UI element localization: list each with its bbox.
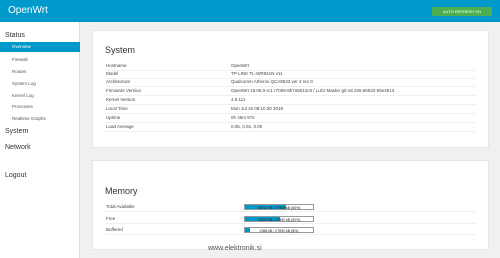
sidebar-item-system[interactable]: System: [5, 128, 28, 135]
info-value: Mon Jul 16 08:10:30 2018: [231, 106, 284, 111]
info-value: 0.05, 0.02, 0.00: [231, 124, 263, 129]
info-key: Hostname: [106, 63, 127, 68]
info-key: Local Time: [106, 106, 128, 111]
sidebar-item-routes[interactable]: Routes: [12, 69, 26, 74]
memory-key: Buffered: [106, 227, 123, 232]
memory-row: Free 14524 kB / 27892 kB (52%): [106, 216, 476, 224]
info-key: Architecture: [106, 79, 131, 84]
info-value: TP-LINK TL-WR841N v11: [231, 71, 283, 76]
info-key: Model: [106, 71, 119, 76]
system-card: System Hostname OpenWrt Model TP-LINK TL…: [92, 30, 489, 148]
memory-progress-text: 14524 kB / 27892 kB (52%): [257, 218, 301, 222]
sidebar-item-firewall[interactable]: Firewall: [12, 57, 28, 62]
memory-row: Total Available 16912 kB / 27892 kB (60%…: [106, 204, 476, 212]
sidebar-item-system-log[interactable]: System Log: [12, 81, 36, 86]
memory-key: Total Available: [106, 204, 135, 209]
sidebar-item-network[interactable]: Network: [5, 144, 31, 151]
memory-row: Buffered 2388 kB / 27892 kB (8%): [106, 227, 476, 235]
sidebar-item-realtime-graphs[interactable]: Realtime Graphs: [12, 116, 46, 121]
info-value: OpenWrt: [231, 63, 249, 68]
info-row: Uptime 0h 46m 57s: [106, 115, 476, 123]
info-value: Qualcomm Atheros QCA9533 ver 2 rev 0: [231, 79, 313, 84]
info-value: 4.9.111: [231, 97, 246, 102]
info-key: Kernel Version: [106, 97, 136, 102]
info-row: Kernel Version 4.9.111: [106, 97, 476, 105]
memory-progress-text: 2388 kB / 27892 kB (8%): [259, 229, 299, 233]
memory-card: Memory Total Available 16912 kB / 27892 …: [92, 160, 489, 250]
sidebar-item-status[interactable]: Status: [5, 32, 25, 39]
info-row: Firmware Version OpenWrt 18.06.0-rc1 r70…: [106, 88, 476, 96]
memory-progress-bar: 14524 kB / 27892 kB (52%): [244, 216, 314, 222]
info-value: 0h 46m 57s: [231, 115, 255, 120]
info-key: Load Average: [106, 124, 134, 129]
sidebar-item-logout[interactable]: Logout: [5, 172, 26, 179]
top-bar: OpenWrt AUTO REFRESH ON: [0, 0, 500, 22]
memory-key: Free: [106, 216, 116, 221]
memory-progress-bar: 16912 kB / 27892 kB (60%): [244, 204, 314, 210]
sidebar: Status Overview Firewall Routes System L…: [0, 22, 80, 258]
sidebar-item-kernel-log[interactable]: Kernel Log: [12, 93, 34, 98]
auto-refresh-button[interactable]: AUTO REFRESH ON: [432, 7, 492, 16]
info-row: Architecture Qualcomm Atheros QCA9533 ve…: [106, 79, 476, 87]
sidebar-item-overview[interactable]: Overview: [0, 42, 80, 52]
info-key: Firmware Version: [106, 88, 142, 93]
brand-logo[interactable]: OpenWrt: [8, 5, 48, 16]
info-key: Uptime: [106, 115, 121, 120]
sidebar-item-label: Overview: [12, 44, 31, 49]
sidebar-item-processes[interactable]: Processes: [12, 104, 33, 109]
memory-title: Memory: [105, 186, 138, 196]
info-row: Hostname OpenWrt: [106, 63, 476, 71]
info-value: OpenWrt 18.06.0-rc1 r7058-8b7a5512c8 / L…: [231, 88, 395, 93]
watermark: www.elektronik.si: [208, 245, 262, 252]
info-row: Model TP-LINK TL-WR841N v11: [106, 71, 476, 79]
info-row: Load Average 0.05, 0.02, 0.00: [106, 124, 476, 132]
memory-progress-text: 16912 kB / 27892 kB (60%): [257, 206, 301, 210]
memory-progress-bar: 2388 kB / 27892 kB (8%): [244, 227, 314, 233]
info-row: Local Time Mon Jul 16 08:10:30 2018: [106, 106, 476, 114]
system-title: System: [105, 45, 136, 55]
